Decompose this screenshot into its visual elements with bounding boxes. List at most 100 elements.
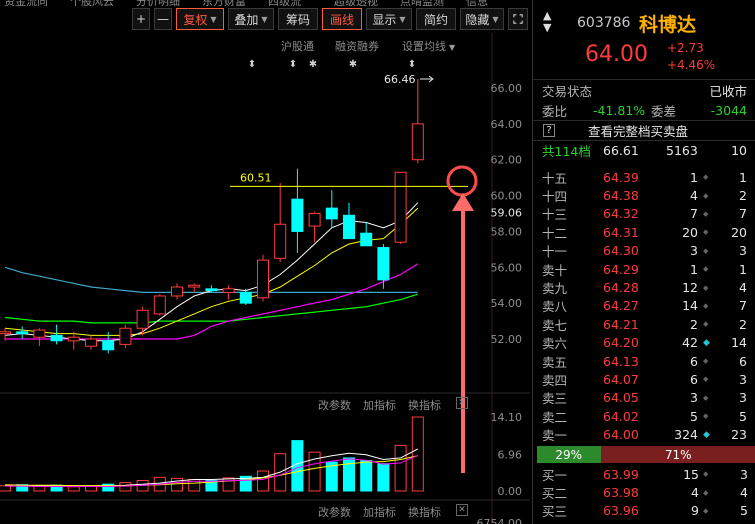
volume-bar-up <box>119 482 132 492</box>
top-tab-2[interactable]: 分价明细 <box>136 0 180 6</box>
book-row[interactable]: 卖二 64.02 5 ◆ 5 <box>533 407 755 425</box>
dot-marker-icon: ◆ <box>703 470 709 479</box>
top-tab-5[interactable]: 超级透视 <box>334 0 378 6</box>
book-price: 64.05 <box>603 390 639 406</box>
book-price: 64.13 <box>603 353 639 369</box>
volume-bar-up <box>257 470 269 492</box>
full-book-row[interactable]: ? 查看完整档买卖盘 <box>533 120 755 140</box>
diejia-dropdown[interactable]: 叠加 ▼ <box>228 8 274 30</box>
book-row[interactable]: 卖四 64.07 6 ◆ 3 <box>533 370 755 388</box>
candle-down <box>16 331 29 335</box>
jianyue-button[interactable]: 简约 <box>416 8 456 30</box>
book-row[interactable]: 十二 64.31 20 ◆ 20 <box>533 223 755 241</box>
zoom-out-button[interactable]: — <box>154 8 172 30</box>
book-level-label: 卖八 <box>542 299 568 315</box>
book-level-label: 卖十 <box>542 262 568 278</box>
book-level-label: 卖二 <box>542 409 568 425</box>
ratio-sell-part: 29% <box>537 446 601 463</box>
ratio-buy-part: 71% <box>600 446 755 463</box>
book-row[interactable]: 卖一 64.00 324 ◆ 23 <box>533 425 755 443</box>
top-tab-1[interactable]: 个股风云 <box>70 0 114 6</box>
book-level-label: 买三 <box>542 504 568 520</box>
sub2-switch-indicator-button[interactable]: 换指标 <box>408 504 441 520</box>
annotation-circle <box>446 165 478 197</box>
book-row[interactable]: 十三 64.32 7 ◆ 7 <box>533 205 755 223</box>
book-row[interactable]: 十五 64.39 1 ◆ 1 <box>533 168 755 186</box>
book-level-label: 卖三 <box>542 391 568 407</box>
book-volume: 7 <box>690 206 698 222</box>
book-row[interactable]: 卖六 64.20 42 ◆ 14 <box>533 334 755 352</box>
fuquan-dropdown[interactable]: 复权 ▼ <box>176 8 224 30</box>
book-level-label: 卖五 <box>542 354 568 370</box>
quote-header: ▲ ▼ 603786 科博达 64.00 +2.73 +4.46% <box>533 0 755 80</box>
candle-down <box>325 207 338 220</box>
last-price: 64.00 <box>585 42 648 67</box>
vol-change-params-button[interactable]: 改参数 <box>318 397 351 413</box>
book-level-label: 卖九 <box>542 281 568 297</box>
xianshi-dropdown[interactable]: 显示 ▼ <box>366 8 412 30</box>
book-order-count: 1 <box>739 261 747 277</box>
volume-bar-up <box>222 477 235 492</box>
top-tab-6[interactable]: 点晴监测 <box>400 0 444 6</box>
diamond-marker-icon: ◆ <box>703 429 710 440</box>
book-order-count: 23 <box>731 427 747 443</box>
top-tab-strip: 资金流向 个股风云 分价明细 东方财富 四级流 超级透视 点晴监测 信息 <box>0 0 535 6</box>
event-marker-icon: ✱ <box>349 59 357 70</box>
book-volume: 5 <box>690 408 698 424</box>
vol-switch-indicator-button[interactable]: 换指标 <box>408 397 441 413</box>
ma-settings-link[interactable]: 设置均线 ▼ <box>402 38 455 54</box>
yincang-dropdown[interactable]: 隐藏 ▼ <box>460 8 504 30</box>
fuquan-label: 复权 <box>183 12 208 27</box>
dot-marker-icon: ◆ <box>703 357 709 366</box>
change-percent: +4.46% <box>667 58 716 72</box>
vol-close-button[interactable]: ✕ <box>456 397 468 409</box>
dot-marker-icon: ◆ <box>703 228 709 237</box>
weicha-label: 委差 <box>651 103 677 119</box>
kline-chart[interactable]: 66.00 64.00 62.00 60.00 59.06 58.00 56.00 54.00… <box>0 33 530 524</box>
book-row[interactable]: 卖十 64.29 1 ◆ 1 <box>533 260 755 278</box>
top-tab-4[interactable]: 四级流 <box>268 0 301 6</box>
sub2-add-indicator-button[interactable]: 加指标 <box>363 504 396 520</box>
book-row[interactable]: 卖九 64.28 12 ◆ 4 <box>533 278 755 296</box>
book-price: 64.07 <box>603 371 639 387</box>
book-price: 64.28 <box>603 280 639 296</box>
full-book-link[interactable]: 查看完整档买卖盘 <box>588 121 688 140</box>
book-row[interactable]: 买一 63.99 15 ◆ 3 <box>533 465 755 483</box>
top-tab-7[interactable]: 信息 <box>466 0 488 6</box>
rongzi-link[interactable]: 融资融券 <box>335 38 379 54</box>
book-volume: 3 <box>690 243 698 259</box>
sub2-close-button[interactable]: ✕ <box>456 504 468 516</box>
book-row[interactable]: 十四 64.38 4 ◆ 2 <box>533 186 755 204</box>
book-row[interactable]: 卖八 64.27 14 ◆ 7 <box>533 297 755 315</box>
book-level-label: 卖六 <box>542 336 568 352</box>
zoom-in-button[interactable]: + <box>132 8 150 30</box>
help-icon[interactable]: ? <box>543 124 555 137</box>
book-row[interactable]: 卖七 64.21 2 ◆ 2 <box>533 315 755 333</box>
top-tab-3[interactable]: 东方财富 <box>202 0 246 6</box>
book-volume: 9 <box>691 503 699 519</box>
vol-add-indicator-button[interactable]: 加指标 <box>363 397 396 413</box>
top-tab-0[interactable]: 资金流向 <box>4 0 48 6</box>
bid-book: 买一 63.99 15 ◆ 3 买二 63.98 4 ◆ 4 买三 63.96 9 ◆ 5 <box>533 465 755 520</box>
book-level-label: 十四 <box>542 189 568 205</box>
huaxian-button[interactable]: 画线 <box>322 8 362 30</box>
book-order-count: 4 <box>740 485 748 501</box>
book-row[interactable]: 十一 64.30 3 ◆ 3 <box>533 242 755 260</box>
volume-bar-down <box>360 460 373 492</box>
prev-stock-icon[interactable]: ▲ ▼ <box>543 10 555 34</box>
hugutong-link[interactable]: 沪股通 <box>281 38 314 54</box>
book-row[interactable]: 卖三 64.05 3 ◆ 3 <box>533 389 755 407</box>
event-marker-icon: ⬍ <box>408 59 416 70</box>
book-row[interactable]: 买三 63.96 9 ◆ 5 <box>533 502 755 520</box>
candle-down <box>50 334 63 342</box>
price-tick-label: 56.00 <box>491 261 523 274</box>
fullscreen-button[interactable] <box>508 8 528 30</box>
xianshi-label: 显示 <box>372 12 397 27</box>
chouma-button[interactable]: 筹码 <box>278 8 318 30</box>
weibi-value: -41.81% <box>593 102 646 118</box>
sub2-change-params-button[interactable]: 改参数 <box>318 504 351 520</box>
book-row[interactable]: 买二 63.98 4 ◆ 4 <box>533 483 755 501</box>
book-row[interactable]: 卖五 64.13 6 ◆ 6 <box>533 352 755 370</box>
book-level-label: 卖七 <box>542 317 568 333</box>
candle-up <box>136 309 149 329</box>
